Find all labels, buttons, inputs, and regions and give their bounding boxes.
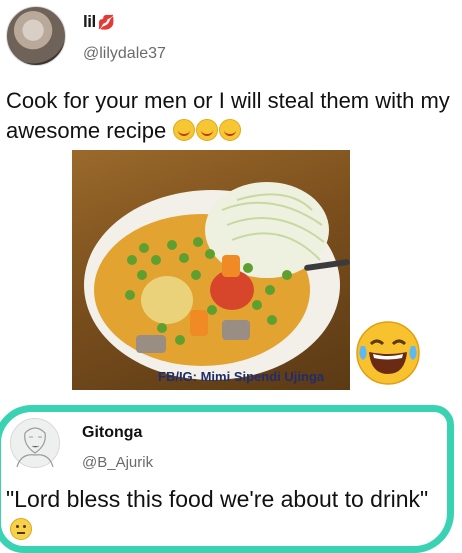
food-photo-drawing: [84, 182, 350, 380]
display-name[interactable]: lil 💋: [83, 12, 115, 32]
display-name-text: lil: [83, 12, 96, 31]
food-photo[interactable]: [72, 150, 350, 390]
photo-credit: FB/IG: Mimi Sipendi Ujinga: [158, 369, 325, 384]
user-handle[interactable]: @B_Ajurik: [82, 454, 153, 471]
avatar[interactable]: [6, 6, 66, 66]
savoring-face-icon: [196, 119, 219, 141]
sketch-portrait: [16, 427, 54, 468]
display-name[interactable]: Gitonga: [82, 424, 142, 442]
reply-text: "Lord bless this food we're about to dri…: [6, 484, 451, 544]
carrot: [222, 255, 240, 277]
lips-icon: 💋: [97, 14, 115, 30]
potato: [141, 276, 193, 324]
user-handle[interactable]: @lilydale37: [83, 45, 166, 63]
tweet-text: Cook for your men or I will steal them w…: [6, 86, 456, 146]
carrot: [190, 310, 208, 336]
face-with-tears-of-joy-icon: [355, 320, 421, 386]
meat: [136, 335, 166, 353]
avatar[interactable]: [10, 418, 60, 468]
savoring-face-icon: [173, 119, 196, 141]
flushed-face-icon: [10, 518, 32, 540]
meat: [222, 320, 250, 340]
reply-text-body: "Lord bless this food we're about to dri…: [6, 486, 429, 512]
savoring-face-icon: [219, 119, 242, 141]
